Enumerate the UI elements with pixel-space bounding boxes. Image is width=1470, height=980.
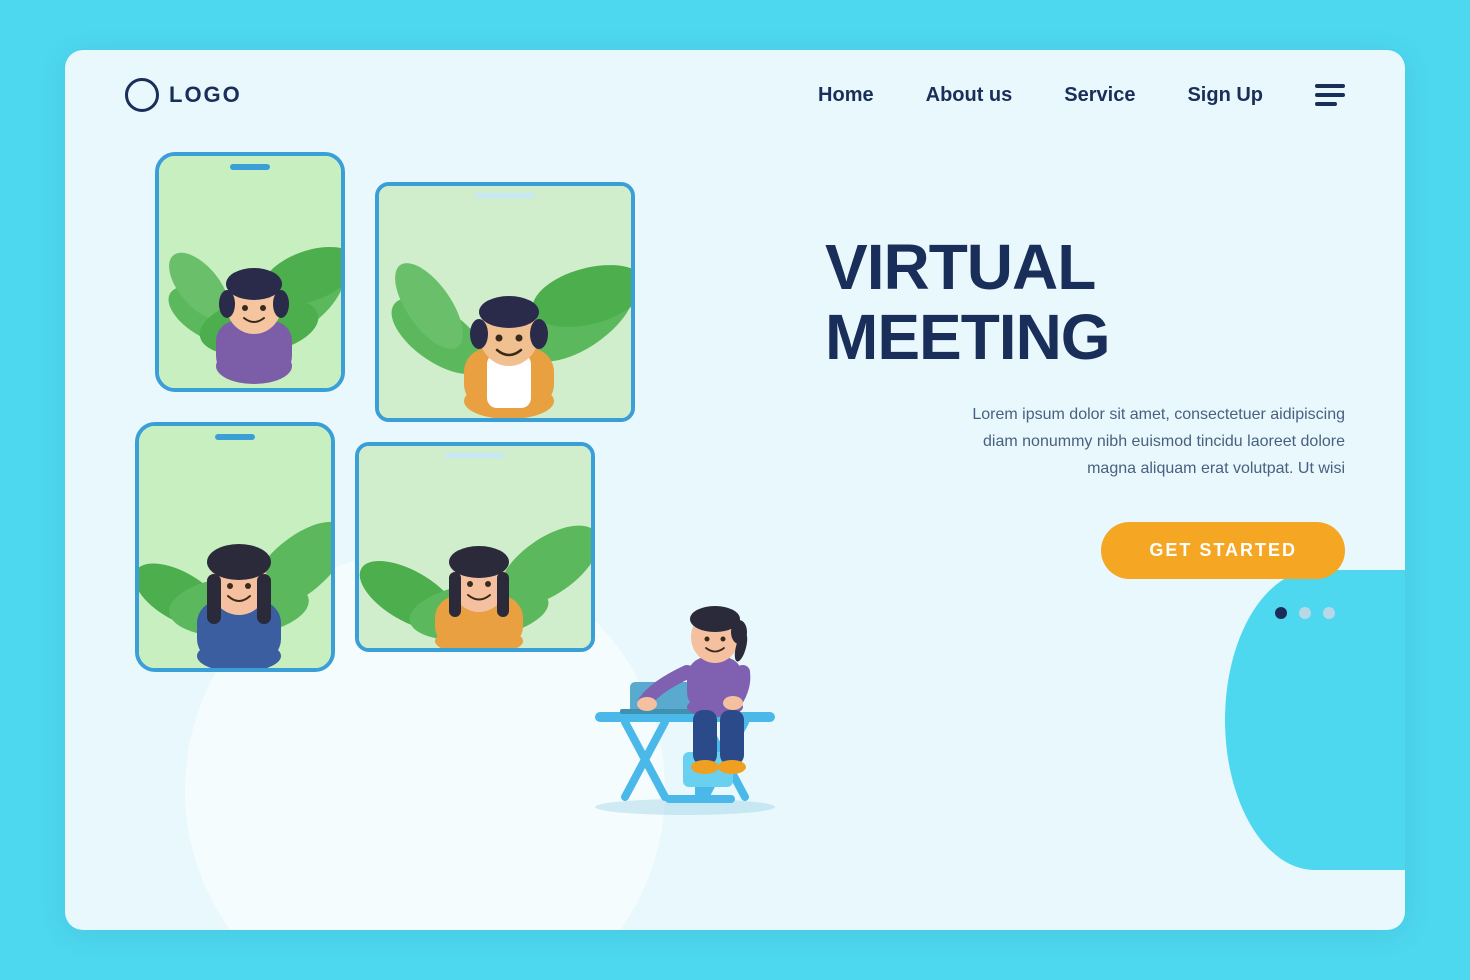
dot-3[interactable]: [1323, 607, 1335, 619]
video-card-3: [135, 422, 335, 672]
nav-item-about[interactable]: About us: [926, 84, 1013, 107]
nav-item-home[interactable]: Home: [818, 84, 874, 107]
nav-item-signup[interactable]: Sign Up: [1187, 84, 1263, 107]
logo-circle-icon: [125, 78, 159, 112]
desk-person-illustration: [575, 517, 795, 832]
phone-notch-1: [230, 164, 270, 170]
hero-title-line1: VIRTUAL: [825, 231, 1095, 303]
nav-link-service[interactable]: Service: [1064, 84, 1135, 106]
video-card-1: [155, 152, 345, 392]
hero-description: Lorem ipsum dolor sit amet, consectetuer…: [965, 401, 1345, 483]
page-frame: LOGO Home About us Service Sign Up: [65, 50, 1405, 930]
nav-link-home[interactable]: Home: [818, 84, 874, 106]
hamburger-line-1: [1315, 84, 1345, 88]
dot-1[interactable]: [1275, 607, 1287, 619]
card-4-illustration: [359, 446, 595, 652]
hero-text-content: VIRTUAL MEETING Lorem ipsum dolor sit am…: [765, 152, 1345, 619]
tablet-bar-2: [475, 193, 535, 198]
carousel-dots: [825, 607, 1335, 619]
video-card-4: [355, 442, 595, 652]
main-content: VIRTUAL MEETING Lorem ipsum dolor sit am…: [65, 132, 1405, 832]
logo[interactable]: LOGO: [125, 78, 242, 112]
nav-links: Home About us Service Sign Up: [818, 84, 1263, 107]
navbar: LOGO Home About us Service Sign Up: [65, 50, 1405, 132]
desk-person-svg: [575, 517, 795, 827]
hamburger-line-3: [1315, 102, 1337, 106]
logo-text: LOGO: [169, 82, 242, 108]
card-1-illustration: [159, 156, 345, 392]
card-3-illustration: [139, 426, 335, 672]
phone-notch-3: [215, 434, 255, 440]
tablet-bar-4: [445, 453, 505, 458]
dot-2[interactable]: [1299, 607, 1311, 619]
hamburger-menu[interactable]: [1315, 84, 1345, 106]
hero-title: VIRTUAL MEETING: [825, 232, 1345, 373]
video-card-2: [375, 182, 635, 422]
hero-title-line2: MEETING: [825, 301, 1110, 373]
video-grid: [125, 152, 765, 832]
hamburger-line-2: [1315, 93, 1345, 97]
nav-link-signup[interactable]: Sign Up: [1187, 84, 1263, 106]
get-started-button[interactable]: GET STARTED: [1101, 522, 1345, 579]
nav-item-service[interactable]: Service: [1064, 84, 1135, 107]
card-2-illustration: [379, 186, 635, 422]
nav-link-about[interactable]: About us: [926, 84, 1013, 106]
